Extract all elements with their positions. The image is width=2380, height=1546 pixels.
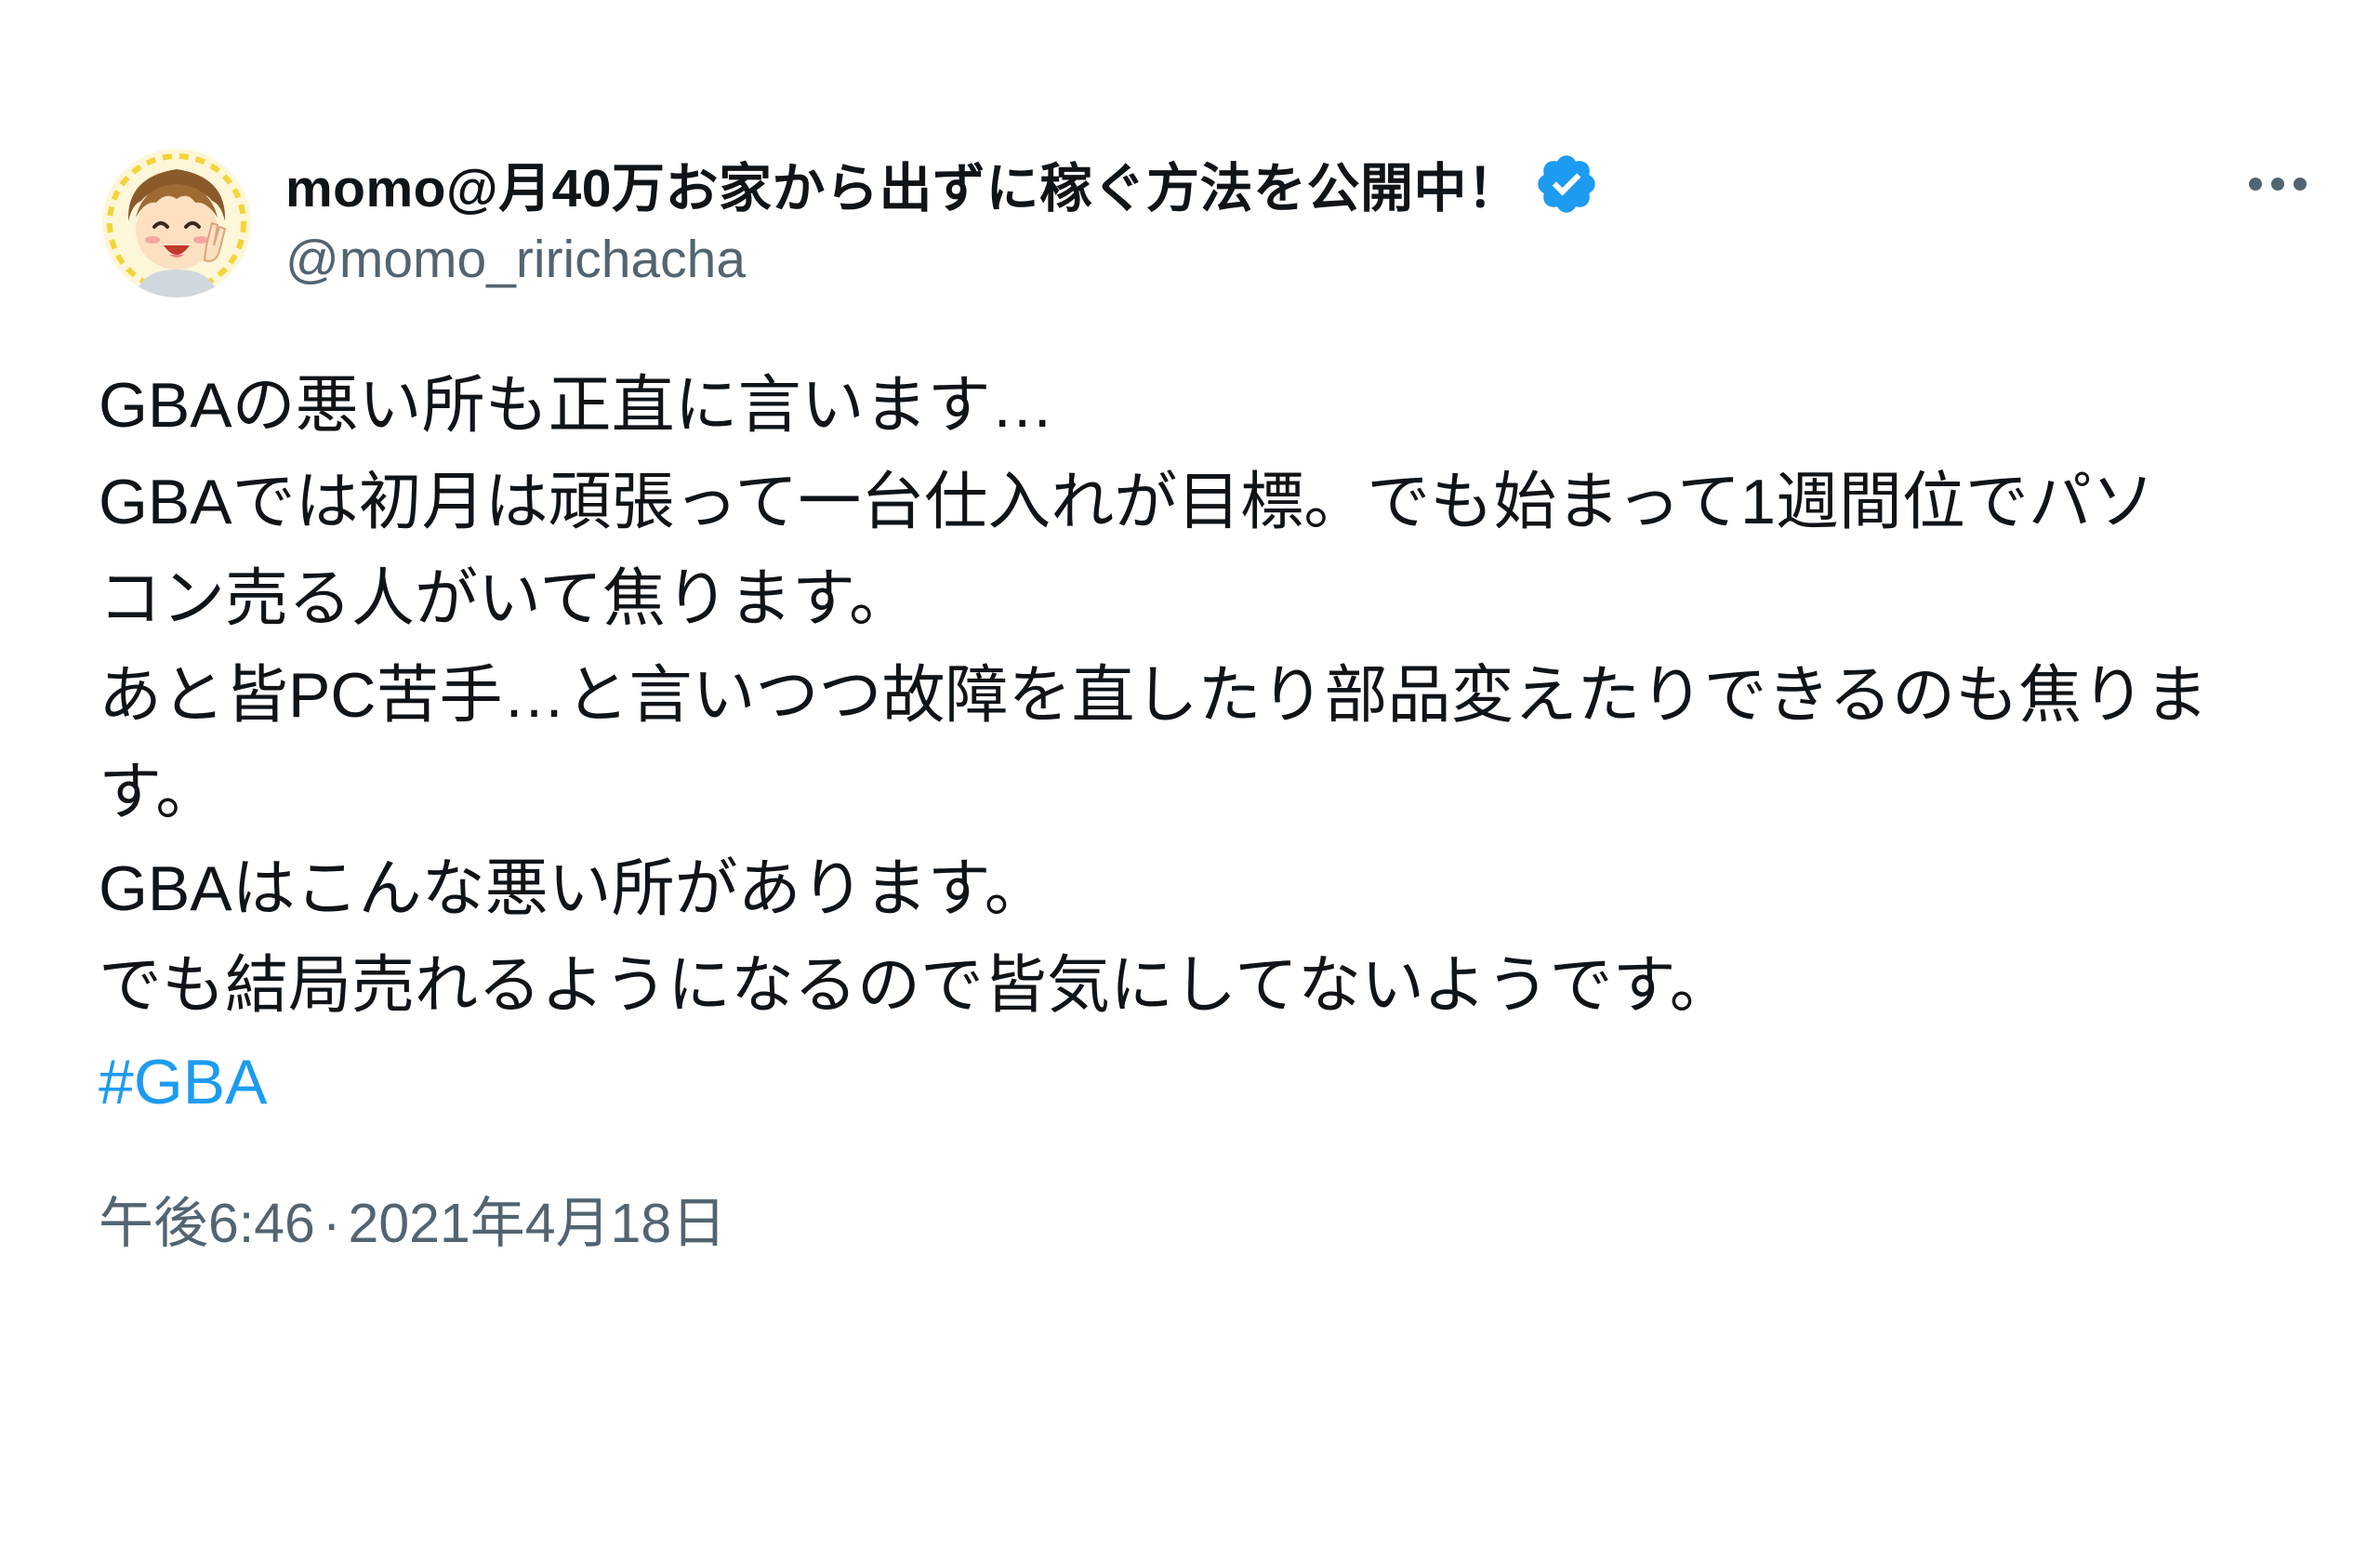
- tweet-date[interactable]: 2021年4月18日: [349, 1193, 727, 1254]
- avatar-illustration-icon: [102, 149, 251, 297]
- tweet-text-line: GBAの悪い所も正直に言います…: [99, 370, 1054, 441]
- tweet-text-line: コン売る人がいて焦ります。: [99, 563, 913, 634]
- tweet-text-line: でも結局売れるようになるので皆気にしてないようです。: [99, 950, 1733, 1021]
- more-options-button[interactable]: [2231, 149, 2324, 219]
- author-name-row: momo@月40万お家から出ずに稼ぐ方法を公開中！: [285, 149, 1600, 219]
- tweet-timestamp: 午後6:46 · 2021年4月18日: [99, 1186, 726, 1261]
- hashtag-link[interactable]: #GBA: [99, 1047, 267, 1117]
- tweet-time[interactable]: 午後6:46: [99, 1193, 315, 1254]
- avatar[interactable]: [102, 149, 251, 297]
- author-display-name[interactable]: momo@月40万お家から出ずに稼ぐ方法を公開中！: [285, 146, 1520, 222]
- tweet-text: GBAの悪い所も正直に言います… GBAでは初月は頑張って一台仕入れが目標。でも…: [99, 357, 2348, 1130]
- author-handle[interactable]: @momo_ririchacha: [285, 229, 746, 290]
- timestamp-separator: ·: [322, 1193, 341, 1254]
- more-options-icon: [2249, 178, 2307, 191]
- tweet-card: momo@月40万お家から出ずに稼ぐ方法を公開中！ @momo_ririchac…: [0, 0, 2380, 1546]
- tweet-text-line: GBAでは初月は頑張って一台仕入れが目標。でも始まって1週間位でパソ: [99, 467, 2155, 537]
- tweet-text-line: GBAはこんな悪い所があります。: [99, 853, 1048, 924]
- tweet-text-line: す。: [99, 757, 219, 827]
- verified-badge-icon[interactable]: [1533, 151, 1600, 218]
- tweet-text-line: あと皆PC苦手…と言いつつ故障を直したり部品変えたりできるのも焦りま: [99, 660, 2209, 731]
